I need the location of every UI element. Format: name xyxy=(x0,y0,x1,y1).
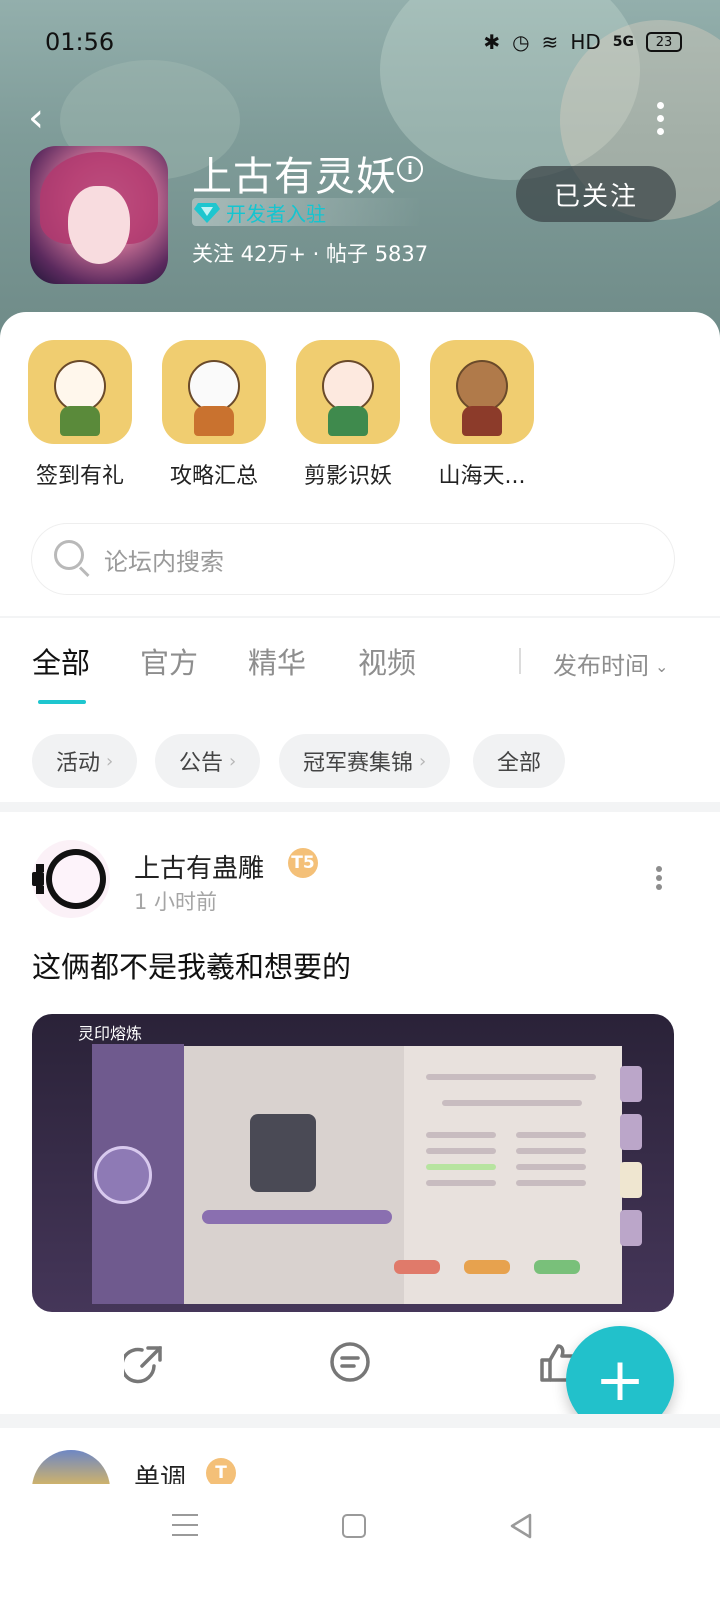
tab-video[interactable]: 视频 xyxy=(358,640,416,682)
comment-icon[interactable] xyxy=(328,1340,372,1384)
chevron-down-icon: ⌄ xyxy=(655,657,669,676)
info-icon[interactable]: i xyxy=(397,156,423,182)
chip-all[interactable]: 全部 xyxy=(473,734,566,788)
avatar[interactable] xyxy=(32,840,110,918)
status-icons: ✱ ◷ ≋ HD 5G 23 xyxy=(483,30,682,54)
quick-link-label: 山海天... xyxy=(438,464,526,489)
quick-link-label: 攻略汇总 xyxy=(169,464,258,489)
sort-dropdown[interactable]: 发布时间 ⌄ xyxy=(553,646,668,681)
post-author[interactable]: 单调 xyxy=(134,1458,186,1484)
chip-label: 活动 xyxy=(56,751,101,776)
game-icon xyxy=(30,146,168,284)
tab-official[interactable]: 官方 xyxy=(140,640,198,682)
quick-link-label: 签到有礼 xyxy=(35,464,124,489)
post-author[interactable]: 上古有蛊雕 xyxy=(134,848,264,885)
post-time: 1 小时前 xyxy=(134,890,218,914)
chip-activity[interactable]: 活动 › xyxy=(32,734,138,788)
signal-indicator: 5G xyxy=(612,34,634,50)
battery-icon: 23 xyxy=(646,32,682,52)
image-caption: 灵印熔炼 xyxy=(78,1024,143,1043)
game-title: 上古有灵妖 xyxy=(192,154,397,200)
divider xyxy=(519,648,521,674)
quick-link-checkin[interactable]: 签到有礼 xyxy=(28,340,132,490)
level-badge: T xyxy=(206,1458,236,1484)
forum-page: 01:56 ✱ ◷ ≋ HD 5G 23 ‹ 上古有灵妖 i 开发者入驻 关注 … xyxy=(0,0,720,1600)
system-nav-bar xyxy=(0,1484,720,1600)
forum-meta: 关注 42万+ · 帖子 5837 xyxy=(192,242,429,266)
home-icon[interactable] xyxy=(342,1514,366,1538)
chip-label: 公告 xyxy=(179,751,224,776)
post-card[interactable]: 单调 T xyxy=(0,1428,720,1484)
sort-label: 发布时间 xyxy=(553,652,649,680)
chip-announcement[interactable]: 公告 › xyxy=(155,734,261,788)
rabbit-icon xyxy=(162,340,266,444)
gear-avatar-icon xyxy=(32,849,106,909)
back-nav-icon[interactable] xyxy=(508,1512,534,1540)
monkey-icon xyxy=(430,340,534,444)
chip-label: 冠军赛集锦 xyxy=(303,751,414,776)
battery-level: 23 xyxy=(655,34,673,50)
tab-all[interactable]: 全部 xyxy=(32,640,90,682)
quick-link-label: 剪影识妖 xyxy=(303,464,392,489)
chevron-right-icon: › xyxy=(229,750,237,772)
quick-link-silhouette[interactable]: 剪影识妖 xyxy=(296,340,400,490)
checkin-icon xyxy=(28,340,132,444)
quick-link-shanhai[interactable]: 山海天... xyxy=(430,340,534,490)
post-title[interactable]: 这俩都不是我羲和想要的 xyxy=(32,944,351,986)
chip-championship[interactable]: 冠军赛集锦 › xyxy=(279,734,451,788)
forum-search-input[interactable]: 论坛内搜索 xyxy=(32,524,674,594)
level-badge: T5 xyxy=(288,848,318,878)
quick-link-guides[interactable]: 攻略汇总 xyxy=(162,340,266,490)
follow-button[interactable]: 已关注 xyxy=(516,166,676,222)
network-type: HD xyxy=(570,30,601,54)
bluetooth-icon: ✱ xyxy=(483,30,501,54)
status-time: 01:56 xyxy=(45,28,115,56)
developer-badge[interactable]: 开发者入驻 xyxy=(192,198,422,226)
developer-badge-label: 开发者入驻 xyxy=(226,201,326,226)
search-placeholder: 论坛内搜索 xyxy=(104,547,224,576)
diamond-icon xyxy=(194,203,220,223)
active-tab-indicator xyxy=(38,700,86,704)
alarm-icon: ◷ xyxy=(512,30,530,54)
post-more-icon[interactable] xyxy=(652,866,666,890)
tab-featured[interactable]: 精华 xyxy=(248,640,306,682)
recent-apps-icon[interactable] xyxy=(172,1514,198,1536)
divider xyxy=(0,1414,720,1428)
chevron-right-icon: › xyxy=(106,750,114,772)
wifi-icon: ≋ xyxy=(541,30,559,54)
chevron-right-icon: › xyxy=(419,750,427,772)
search-icon xyxy=(54,540,92,578)
back-icon[interactable]: ‹ xyxy=(28,98,68,138)
status-bar: 01:56 ✱ ◷ ≋ HD 5G 23 xyxy=(0,0,720,88)
more-icon[interactable] xyxy=(650,98,670,138)
chip-label: 全部 xyxy=(497,751,542,776)
post-image[interactable]: 灵印熔炼 xyxy=(32,1014,674,1312)
avatar[interactable] xyxy=(32,1450,110,1484)
forum-header: 01:56 ✱ ◷ ≋ HD 5G 23 ‹ 上古有灵妖 i 开发者入驻 关注 … xyxy=(0,0,720,340)
share-icon[interactable] xyxy=(124,1340,168,1384)
girl-icon xyxy=(296,340,400,444)
